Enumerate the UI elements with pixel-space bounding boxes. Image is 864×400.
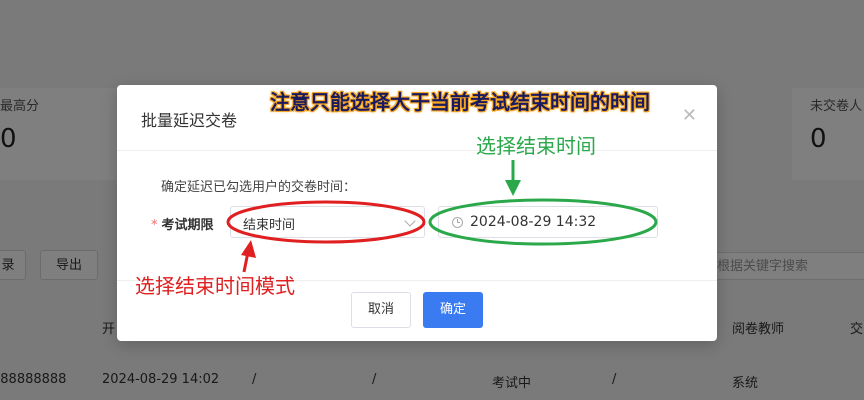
dialog-title: 批量延迟交卷 — [141, 111, 238, 130]
divider — [117, 150, 717, 151]
annotation-red-note: 选择结束时间模式 — [135, 274, 295, 298]
clock-icon — [452, 217, 463, 228]
exam-period-label: * 考试期限 — [151, 214, 214, 233]
mode-select-value: 结束时间 — [243, 218, 296, 233]
exam-period-text: 考试期限 — [161, 218, 214, 233]
close-icon[interactable]: ✕ — [682, 105, 697, 126]
end-time-mode-select[interactable]: 结束时间 — [230, 206, 425, 238]
annotation-green-note: 选择结束时间 — [476, 134, 596, 158]
dialog-description: 确定延迟已勾选用户的交卷时间： — [161, 180, 357, 195]
confirm-button[interactable]: 确定 — [423, 292, 483, 328]
cancel-button[interactable]: 取消 — [351, 292, 411, 328]
batch-delay-dialog: 批量延迟交卷 ✕ 确定延迟已勾选用户的交卷时间： * 考试期限 结束时间 2024… — [117, 85, 717, 341]
chevron-down-icon — [404, 215, 416, 227]
annotation-top-note: 注意只能选择大于当前考试结束时间的时间 — [270, 90, 650, 114]
end-datetime-picker[interactable]: 2024-08-29 14:32 — [438, 206, 658, 238]
required-mark: * — [151, 218, 158, 233]
datetime-value: 2024-08-29 14:32 — [470, 214, 597, 230]
